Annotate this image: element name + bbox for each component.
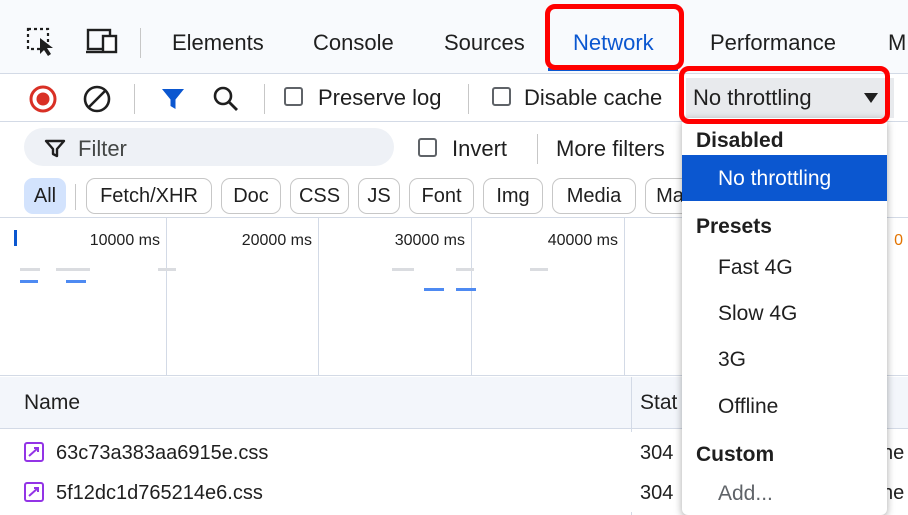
record-stop-icon[interactable]	[28, 84, 58, 119]
throttling-select-highlight	[679, 66, 890, 124]
request-name: 5f12dc1d765214e6.css	[56, 482, 263, 504]
css-file-icon	[24, 482, 44, 502]
menu-item-slow-4g[interactable]: Slow 4G	[682, 290, 887, 336]
menu-item-label: Slow 4G	[718, 302, 798, 325]
overview-tick: 20000 ms	[241, 232, 312, 249]
invert-label[interactable]: Invert	[452, 136, 507, 162]
disable-cache-checkbox[interactable]	[492, 87, 511, 106]
overview-gridline	[471, 218, 472, 376]
menu-item-no-throttling[interactable]: No throttling	[682, 155, 887, 201]
chip-media[interactable]: Media	[552, 178, 636, 214]
chip-img[interactable]: Img	[483, 178, 543, 214]
menu-item-3g[interactable]: 3G	[682, 336, 887, 382]
filter-placeholder: Filter	[78, 136, 127, 161]
disable-cache-label[interactable]: Disable cache	[524, 85, 662, 111]
search-icon[interactable]	[212, 85, 240, 118]
chip-fetch-xhr[interactable]: Fetch/XHR	[86, 178, 212, 214]
overview-bar	[456, 268, 474, 271]
toolbar-separator	[468, 84, 469, 114]
chip-separator	[75, 184, 76, 210]
overview-bar	[456, 288, 476, 291]
overview-bar	[20, 280, 38, 283]
tab-elements[interactable]: Elements	[172, 30, 264, 56]
menu-group-custom: Custom	[696, 443, 775, 466]
overview-bar	[392, 268, 414, 271]
overview-bar	[530, 268, 548, 271]
invert-checkbox[interactable]	[418, 138, 437, 157]
overview-cursor	[14, 230, 17, 246]
menu-item-offline[interactable]: Offline	[682, 383, 887, 429]
tab-separator	[140, 28, 141, 58]
overview-bar	[66, 280, 86, 283]
overview-gridline	[166, 218, 167, 376]
overview-gridline	[318, 218, 319, 376]
chip-js[interactable]: JS	[358, 178, 400, 214]
inspect-element-icon[interactable]	[26, 26, 62, 61]
menu-item-label: Fast 4G	[718, 256, 793, 279]
preserve-log-checkbox[interactable]	[284, 87, 303, 106]
menu-item-label: Add...	[718, 482, 773, 505]
filter-funnel-icon[interactable]	[160, 86, 186, 117]
menu-item-label: 3G	[718, 348, 747, 371]
filter-separator	[537, 134, 538, 164]
throttling-menu: Disabled No throttling Presets Fast 4G S…	[682, 118, 887, 515]
request-status: 304	[640, 482, 674, 504]
chip-doc[interactable]: Doc	[221, 178, 281, 214]
toolbar-separator	[134, 84, 135, 114]
more-filters-button[interactable]: More filters	[556, 136, 665, 162]
overview-tick: 40000 ms	[547, 232, 618, 249]
menu-item-label: Offline	[718, 395, 779, 418]
menu-group-presets: Presets	[696, 215, 772, 238]
menu-item-label: No throttling	[718, 167, 832, 190]
device-toolbar-icon[interactable]	[86, 26, 120, 61]
overview-tick: 30000 ms	[394, 232, 465, 249]
filter-input[interactable]: Filter	[24, 128, 394, 166]
chip-all[interactable]: All	[24, 178, 66, 214]
network-tab-highlight	[545, 4, 684, 70]
menu-item-fast-4g[interactable]: Fast 4G	[682, 244, 887, 290]
column-status-header[interactable]: Stat	[640, 391, 677, 415]
tab-memory[interactable]: M	[888, 30, 908, 56]
overview-bar	[158, 268, 176, 271]
toolbar-separator	[264, 84, 265, 114]
tab-console[interactable]: Console	[313, 30, 394, 56]
menu-item-add-custom[interactable]: Add...	[682, 470, 887, 515]
overview-bar	[424, 288, 444, 291]
column-name-header[interactable]: Name	[24, 391, 80, 415]
request-name: 63c73a383aa6915e.css	[56, 442, 269, 464]
devtools-tab-bar: Elements Console Sources Network Perform…	[0, 0, 908, 74]
css-file-icon	[24, 442, 44, 462]
request-status: 304	[640, 442, 674, 464]
overview-gridline	[624, 218, 625, 376]
preserve-log-label[interactable]: Preserve log	[318, 85, 442, 111]
filter-icon	[44, 138, 66, 163]
clear-icon[interactable]	[82, 84, 112, 119]
overview-bar	[20, 268, 40, 271]
chip-css[interactable]: CSS	[290, 178, 349, 214]
tab-sources[interactable]: Sources	[444, 30, 525, 56]
chip-font[interactable]: Font	[409, 178, 474, 214]
overview-bar	[56, 268, 90, 271]
tab-performance[interactable]: Performance	[710, 30, 836, 56]
overview-tick: 10000 ms	[89, 232, 160, 249]
menu-group-disabled: Disabled	[696, 129, 784, 152]
